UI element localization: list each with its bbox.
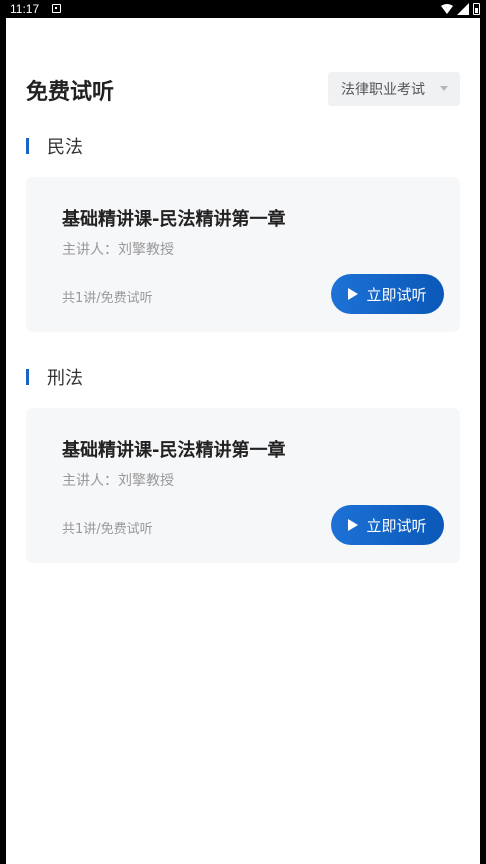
notification-icon xyxy=(52,4,61,13)
section-header-civil: 民法 xyxy=(26,135,83,158)
listen-now-button[interactable]: 立即试听 xyxy=(331,274,444,314)
section-title: 民法 xyxy=(47,137,83,158)
status-time: 11:17 xyxy=(10,2,40,16)
header: 免费试听 法律职业考试 xyxy=(6,70,480,106)
exam-category-label: 法律职业考试 xyxy=(341,82,425,98)
listen-now-label: 立即试听 xyxy=(366,516,427,535)
status-bar: 11:17 xyxy=(0,0,486,18)
course-meta: 共1讲/免费试听 xyxy=(62,522,153,537)
battery-icon xyxy=(473,3,480,15)
course-teacher: 主讲人：刘擎教授 xyxy=(62,242,174,258)
listen-now-button[interactable]: 立即试听 xyxy=(331,505,444,545)
wifi-icon xyxy=(441,4,453,14)
section-accent-bar xyxy=(26,369,29,385)
section-header-criminal: 刑法 xyxy=(26,366,83,389)
app-screen: 免费试听 法律职业考试 民法 基础精讲课-民法精讲第一章 主讲人：刘擎教授 共1… xyxy=(6,18,480,864)
page-title: 免费试听 xyxy=(26,80,115,105)
status-icons xyxy=(441,3,480,15)
chevron-down-icon xyxy=(440,86,448,91)
play-icon xyxy=(348,519,359,531)
course-card[interactable]: 基础精讲课-民法精讲第一章 主讲人：刘擎教授 共1讲/免费试听 立即试听 xyxy=(26,177,460,332)
exam-category-select[interactable]: 法律职业考试 xyxy=(328,72,460,106)
course-teacher: 主讲人：刘擎教授 xyxy=(62,473,174,489)
course-card[interactable]: 基础精讲课-民法精讲第一章 主讲人：刘擎教授 共1讲/免费试听 立即试听 xyxy=(26,408,460,563)
course-title: 基础精讲课-民法精讲第一章 xyxy=(62,209,286,230)
signal-icon xyxy=(457,3,469,15)
course-title: 基础精讲课-民法精讲第一章 xyxy=(62,440,286,461)
listen-now-label: 立即试听 xyxy=(366,285,427,304)
play-icon xyxy=(348,288,359,300)
section-title: 刑法 xyxy=(47,368,83,389)
course-meta: 共1讲/免费试听 xyxy=(62,291,153,306)
section-accent-bar xyxy=(26,138,29,154)
